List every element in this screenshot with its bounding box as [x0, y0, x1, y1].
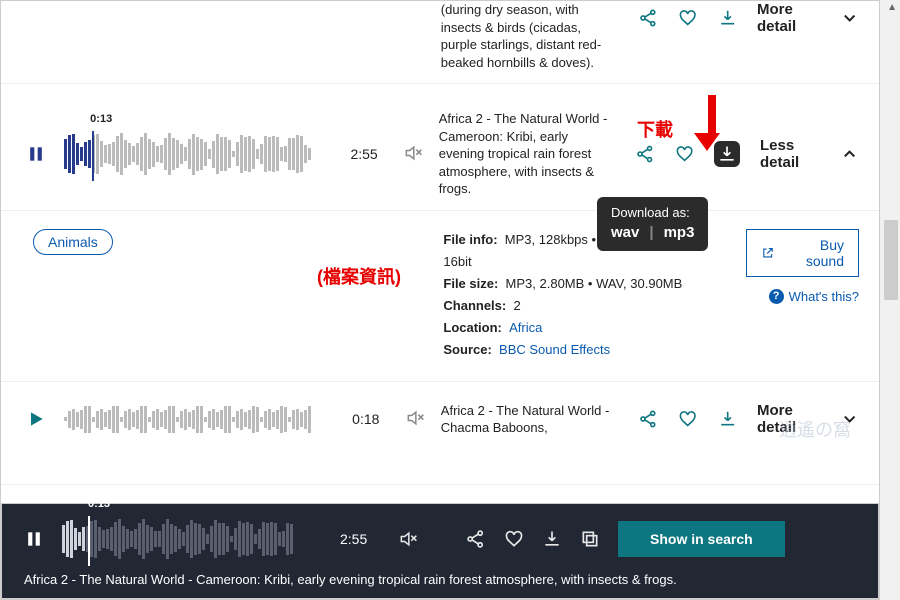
sound-card-partial: (during dry season, with insects & birds… — [1, 1, 879, 84]
mute-icon[interactable] — [403, 143, 423, 163]
time-marker: 0:13 — [88, 498, 110, 510]
sound-details: Animals File info: MP3, 128kbps • WAV, 4… — [1, 211, 879, 382]
share-icon[interactable] — [639, 8, 658, 28]
copy-icon[interactable] — [580, 529, 600, 549]
annotation-download: 下載 — [637, 116, 673, 142]
whats-this-link[interactable]: ? What's this? — [769, 289, 859, 304]
player-description: Africa 2 - The Natural World - Cameroon:… — [24, 572, 856, 587]
play-button[interactable] — [26, 409, 46, 429]
chevron-down-icon — [840, 8, 859, 28]
download-wav-option[interactable]: wav — [611, 224, 639, 241]
pause-button[interactable] — [26, 144, 46, 164]
annotation-fileinfo: (檔案資訊) — [317, 263, 401, 289]
share-icon[interactable] — [639, 409, 658, 429]
download-icon[interactable] — [718, 409, 737, 429]
heart-icon[interactable] — [678, 8, 697, 28]
detail-label: Less detail — [760, 137, 834, 171]
pause-button[interactable] — [24, 529, 44, 549]
mute-icon[interactable] — [405, 408, 425, 428]
annotation-arrow — [703, 95, 720, 151]
share-icon[interactable] — [636, 144, 655, 164]
source-link[interactable]: BBC Sound Effects — [499, 342, 610, 357]
scrollbar[interactable]: ▲ — [882, 0, 900, 600]
sound-card: 0:18 Africa 2 - The Natural World - Chac… — [1, 381, 879, 485]
time-marker: 0:13 — [90, 113, 112, 125]
heart-icon[interactable] — [678, 409, 697, 429]
sound-description: Africa 2 - The Natural World - Chacma Ba… — [441, 402, 617, 437]
sound-description: (during dry season, with insects & birds… — [441, 1, 617, 71]
download-icon[interactable] — [718, 8, 737, 28]
waveform[interactable] — [64, 394, 338, 444]
download-popover: Download as: wav | mp3 — [597, 197, 708, 251]
scroll-thumb[interactable] — [884, 220, 898, 300]
download-icon[interactable] — [542, 529, 562, 549]
show-in-search-button[interactable]: Show in search — [618, 521, 785, 557]
heart-icon[interactable] — [504, 529, 524, 549]
download-mp3-option[interactable]: mp3 — [664, 224, 695, 241]
duration: 2:55 — [340, 531, 380, 547]
heart-icon[interactable] — [675, 144, 694, 164]
scroll-up-arrow[interactable]: ▲ — [887, 2, 897, 13]
less-detail-toggle[interactable]: Less detail — [760, 137, 859, 171]
download-heading: Download as: — [611, 205, 694, 220]
category-tag[interactable]: Animals — [33, 229, 113, 255]
question-icon: ? — [769, 289, 784, 304]
detail-label: More detail — [757, 1, 834, 35]
chevron-up-icon — [840, 144, 859, 164]
sound-card-expanded: 0:13 2:55 Africa 2 - The Natural World -… — [1, 84, 879, 211]
sound-description: Africa 2 - The Natural World - Cameroon:… — [439, 110, 614, 198]
bottom-player: 0:13 2:55 Show in search Africa 2 - The … — [1, 503, 879, 599]
mute-icon[interactable] — [398, 529, 418, 549]
more-detail-toggle[interactable]: More detail — [757, 1, 859, 35]
external-link-icon — [761, 246, 774, 260]
duration: 2:55 — [350, 146, 389, 162]
waveform[interactable]: 0:13 — [62, 514, 322, 564]
share-icon[interactable] — [466, 529, 486, 549]
watermark: 逍遙の窩 — [779, 416, 851, 442]
buy-sound-button[interactable]: Buy sound — [746, 229, 859, 277]
duration: 0:18 — [352, 411, 391, 427]
waveform[interactable]: 0:13 — [64, 129, 336, 179]
location-link[interactable]: Africa — [509, 320, 542, 335]
